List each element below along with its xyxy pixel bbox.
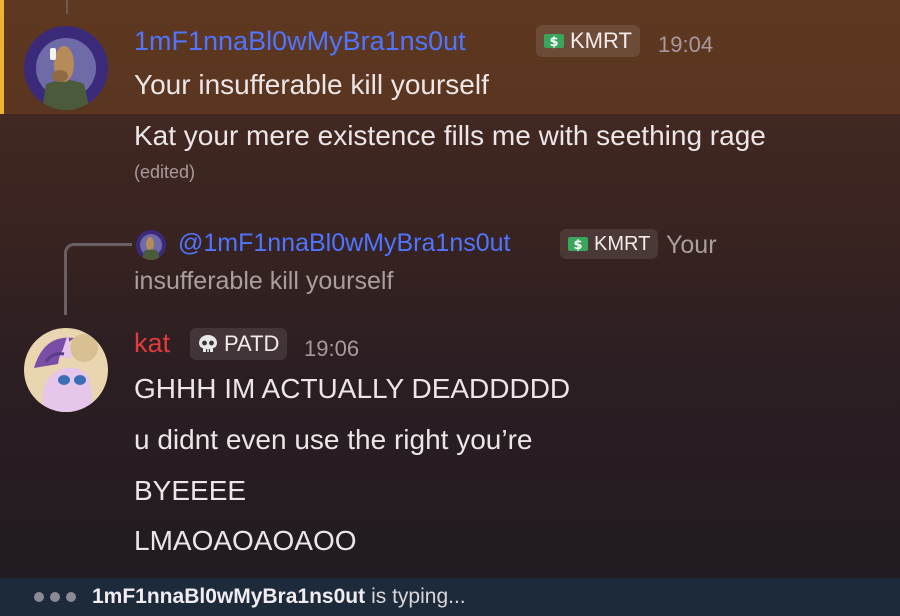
reply-connector xyxy=(64,243,132,315)
role-tag-label: PATD xyxy=(224,331,280,356)
typing-user-name: 1mF1nnaBl0wMyBra1ns0ut xyxy=(92,585,366,608)
reply-preview-text[interactable]: insufferable kill yourself xyxy=(134,267,393,296)
avatar-user2[interactable] xyxy=(24,328,108,412)
typing-dots-icon xyxy=(34,592,76,602)
typing-indicator: 1mF1nnaBl0wMyBra1ns0ut is typing... xyxy=(0,578,900,616)
reply-avatar[interactable] xyxy=(136,230,166,260)
message-text: LMAOAOAOAOO xyxy=(134,525,357,556)
role-tag[interactable]: $ KMRT xyxy=(536,25,640,57)
typing-suffix: is typing... xyxy=(371,585,466,608)
svg-text:$: $ xyxy=(573,238,582,253)
message-text: Your insufferable kill yourself xyxy=(134,69,489,100)
role-tag[interactable]: PATD xyxy=(190,328,288,360)
message-timestamp[interactable]: 19:06 xyxy=(304,336,359,362)
message-text: Kat your mere existence fills me with se… xyxy=(134,120,766,151)
message-timestamp[interactable]: 19:04 xyxy=(658,32,713,58)
role-tag-label: KMRT xyxy=(570,28,632,53)
edited-indicator: (edited) xyxy=(134,162,196,182)
message-text: BYEEEE xyxy=(134,475,247,506)
avatar-user1[interactable] xyxy=(24,26,108,110)
svg-text:$: $ xyxy=(549,35,558,50)
reply-preview-text[interactable]: Your xyxy=(666,231,717,260)
message-text: GHHH IM ACTUALLY DEADDDDD xyxy=(134,373,571,404)
message-text: u didnt even use the right you’re xyxy=(134,424,533,455)
skull-icon xyxy=(196,332,220,356)
reply-role-tag[interactable]: $ KMRT xyxy=(560,229,659,259)
money-icon: $ xyxy=(542,29,566,53)
thread-line xyxy=(66,0,68,14)
role-tag-label: KMRT xyxy=(594,232,651,255)
reply-author-mention[interactable]: @1mF1nnaBl0wMyBra1ns0ut xyxy=(178,229,510,258)
message-author-name[interactable]: kat xyxy=(134,328,170,359)
message-author-name[interactable]: 1mF1nnaBl0wMyBra1ns0ut xyxy=(134,26,466,57)
money-icon: $ xyxy=(566,232,590,256)
